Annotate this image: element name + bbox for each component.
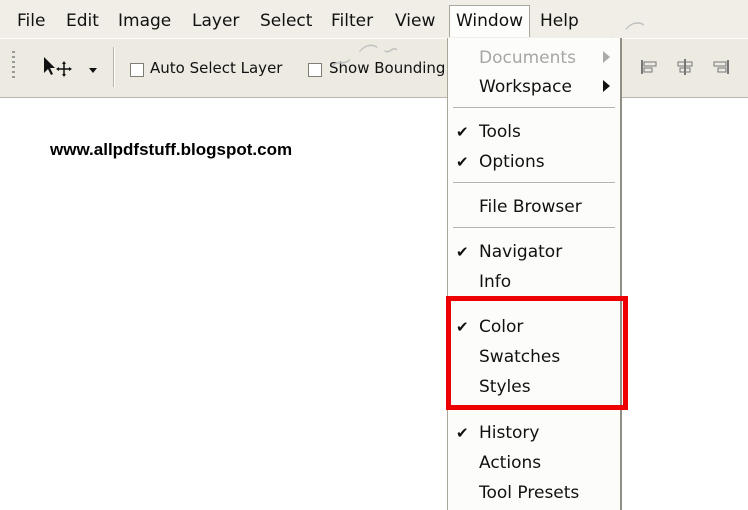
auto-select-checkbox[interactable] [130,63,144,77]
menu-item-actions[interactable]: Actions [448,449,620,477]
align-right-icon[interactable] [710,57,732,77]
menu-help[interactable]: Help [540,9,579,33]
menu-item-label: Navigator [479,242,563,262]
menu-separator [453,182,615,184]
checkmark-icon: ✔ [456,153,469,171]
menu-item-documents[interactable]: Documents [448,44,620,72]
submenu-arrow-icon [603,51,610,63]
menu-item-label: Options [479,152,545,172]
menu-view[interactable]: View [395,9,435,33]
menu-item-label: Info [479,272,512,292]
menu-item-file-browser[interactable]: File Browser [448,193,620,221]
menu-item-tools[interactable]: ✔ Tools [448,118,620,146]
menu-item-history[interactable]: ✔ History [448,419,620,447]
toolbar-grip[interactable] [12,51,15,81]
menu-item-label: Actions [479,453,542,473]
menu-separator [453,227,615,229]
toolbar-separator [113,47,115,87]
show-bounding-checkbox[interactable] [308,63,322,77]
window-menu-dropdown: Documents Workspace ✔ Tools ✔ Options Fi… [447,38,622,510]
move-tool-icon[interactable] [40,55,76,79]
align-left-icon[interactable] [638,57,660,77]
menu-item-info[interactable]: Info [448,268,620,296]
highlight-annotation-box [446,296,628,410]
page-url-text: www.allpdfstuff.blogspot.com [50,140,293,159]
menu-item-label: File Browser [479,197,582,217]
menu-layer[interactable]: Layer [192,9,239,33]
checkmark-icon: ✔ [456,424,469,442]
tool-preset-dropdown-icon[interactable] [89,68,97,73]
checkmark-icon: ✔ [456,123,469,141]
submenu-arrow-icon [603,80,610,92]
menu-item-label: Tool Presets [479,483,580,503]
menu-item-workspace[interactable]: Workspace [448,73,620,101]
menu-item-options[interactable]: ✔ Options [448,148,620,176]
menu-image[interactable]: Image [118,9,171,33]
menu-filter[interactable]: Filter [331,9,373,33]
menu-file[interactable]: File [17,9,45,33]
checkmark-icon: ✔ [456,243,469,261]
auto-select-label: Auto Select Layer [150,59,283,77]
menu-item-label: History [479,423,540,443]
menu-item-label: Workspace [479,77,572,97]
menu-edit[interactable]: Edit [66,9,99,33]
menu-window[interactable]: Window [449,5,531,37]
align-center-icon[interactable] [674,57,696,77]
menu-item-label: Documents [479,48,576,68]
menu-select[interactable]: Select [260,9,312,33]
menu-item-navigator[interactable]: ✔ Navigator [448,238,620,266]
menu-item-label: Tools [479,122,521,142]
menu-separator [453,107,615,109]
menu-item-tool-presets[interactable]: Tool Presets [448,479,620,507]
